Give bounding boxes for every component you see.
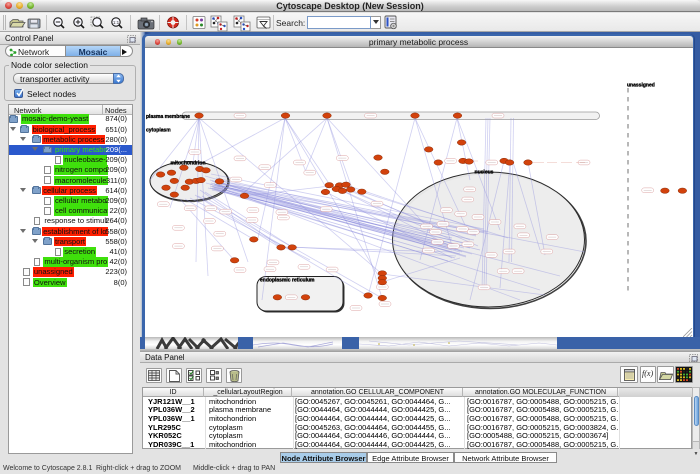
svg-text:plasma membrane: plasma membrane: [146, 114, 190, 120]
svg-text:endoplasmic reticulum: endoplasmic reticulum: [260, 278, 315, 284]
svg-text:nucleus: nucleus: [475, 170, 494, 176]
svg-text:unassigned: unassigned: [627, 83, 655, 89]
svg-text:mitochondrion: mitochondrion: [171, 161, 206, 167]
svg-text:1:1: 1:1: [113, 20, 120, 25]
svg-text:cytoplasm: cytoplasm: [146, 128, 171, 134]
